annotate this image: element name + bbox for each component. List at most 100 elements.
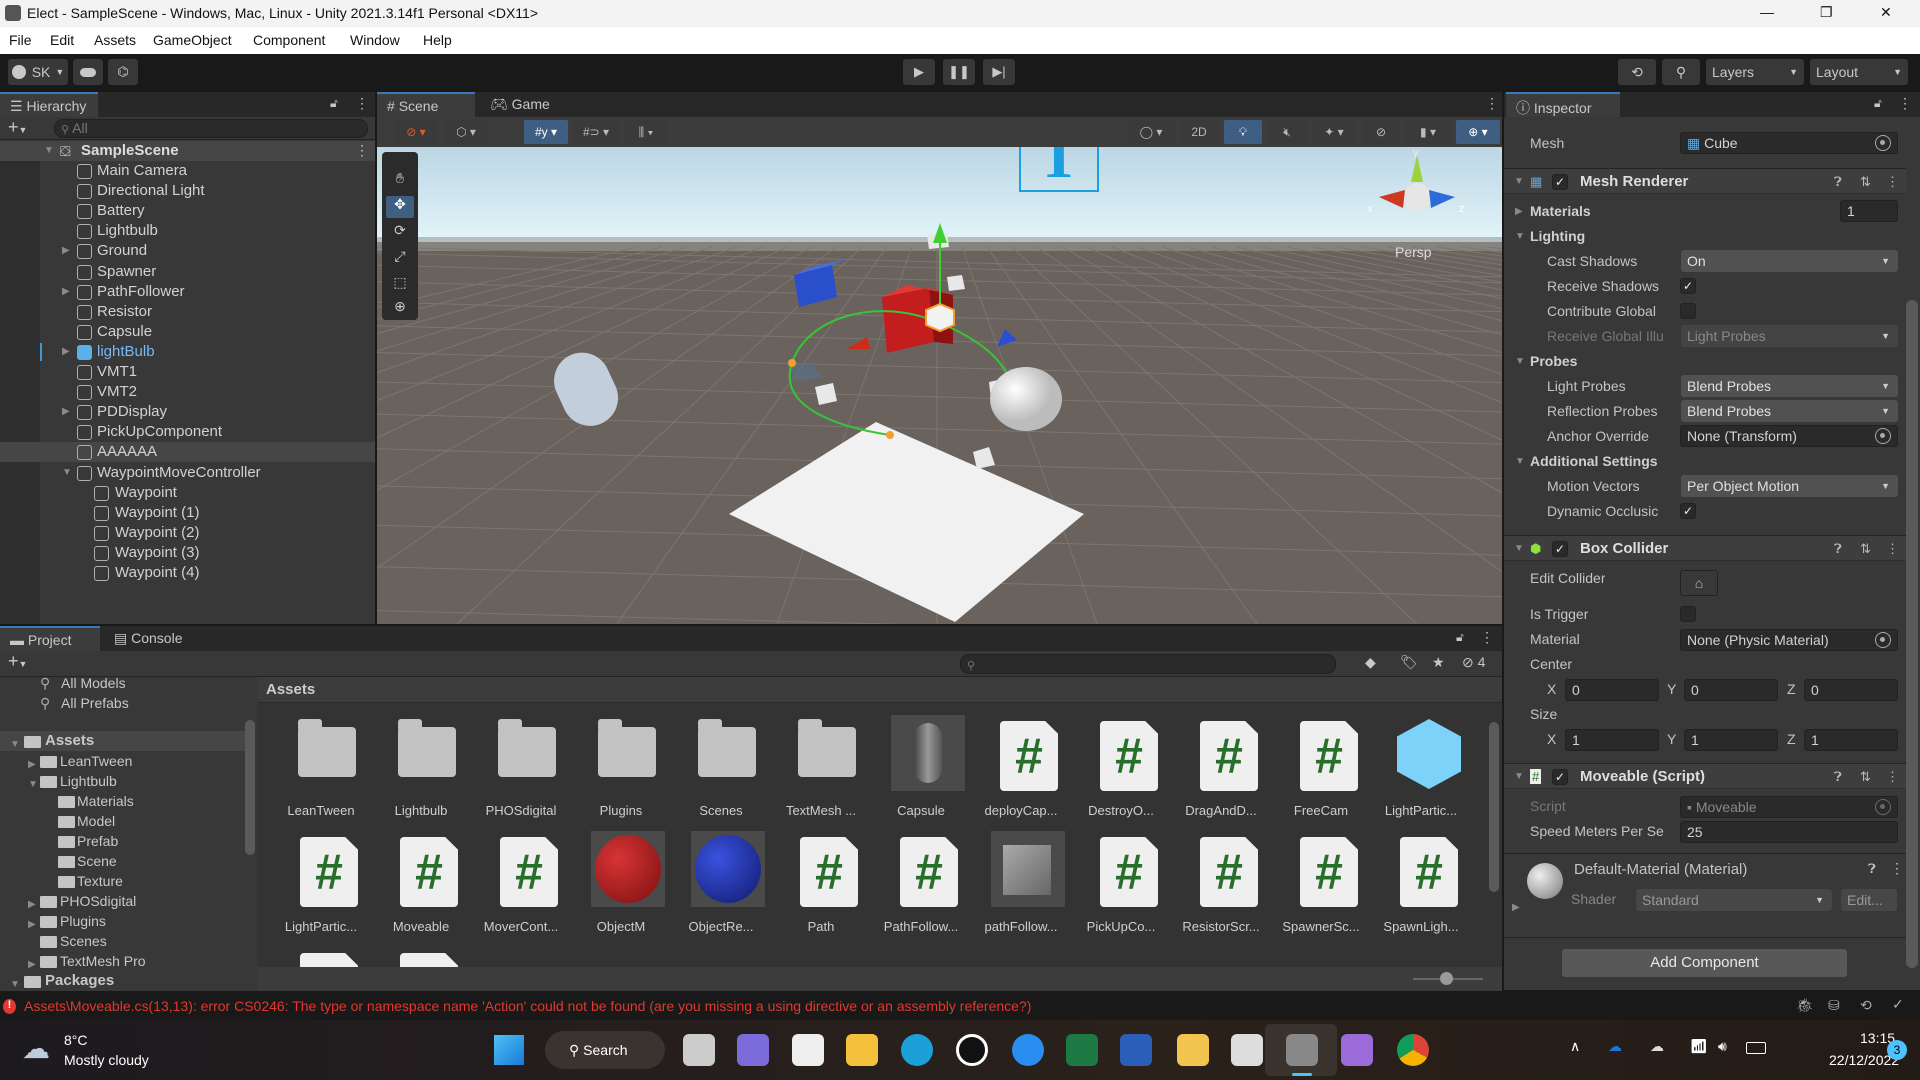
asset-item[interactable]: # deployCap...: [971, 715, 1071, 825]
collider-material-field[interactable]: None (Physic Material): [1680, 629, 1898, 651]
component-menu-icon[interactable]: ⋮: [1886, 174, 1899, 190]
menu-edit[interactable]: Edit: [50, 32, 74, 48]
toggle-2d-button[interactable]: 2D: [1180, 120, 1218, 144]
hierarchy-item[interactable]: Waypoint (4): [0, 563, 375, 583]
hierarchy-item[interactable]: Waypoint: [0, 483, 375, 503]
expand-arrow-icon[interactable]: ▼: [10, 975, 20, 990]
anchor-override-field[interactable]: None (Transform): [1680, 425, 1898, 447]
asset-item[interactable]: # FreeCam: [1271, 715, 1371, 825]
asset-item[interactable]: PHOSdigital: [471, 715, 571, 825]
help-app-icon[interactable]: [1012, 1034, 1044, 1066]
presets-icon[interactable]: ⇅: [1860, 541, 1871, 557]
grid-scrollbar[interactable]: [1489, 722, 1499, 892]
asset-item[interactable]: # ResistorScr...: [1171, 831, 1271, 941]
asset-item[interactable]: ObjectRe...: [671, 831, 771, 941]
hand-tool-icon[interactable]: ✋︎: [386, 170, 414, 192]
edge-icon[interactable]: [901, 1034, 933, 1066]
project-search-input[interactable]: ⚲: [960, 654, 1336, 674]
asset-item[interactable]: # DragAndD...: [1171, 715, 1271, 825]
component-menu-icon[interactable]: ⋮: [1886, 541, 1899, 557]
menu-file[interactable]: File: [9, 32, 32, 48]
chrome-icon[interactable]: [1397, 1034, 1429, 1066]
hierarchy-item[interactable]: VMT1: [0, 362, 375, 382]
search-button[interactable]: ⚲: [1662, 59, 1700, 85]
asset-item[interactable]: pathFollow...: [971, 831, 1071, 941]
unity-hub-icon[interactable]: [956, 1034, 988, 1066]
more-menu-icon[interactable]: ⋮: [1480, 629, 1494, 646]
transform-tool-icon[interactable]: ⊕: [386, 298, 414, 320]
search-by-label-icon[interactable]: 🏷︎: [1400, 654, 1418, 671]
audio-mute-icon[interactable]: 🔇︎: [1268, 120, 1306, 144]
scale-tool-icon[interactable]: ⤢: [386, 248, 414, 270]
teams-chat-icon[interactable]: [737, 1034, 769, 1066]
shading-button[interactable]: ◯ ▾: [1127, 120, 1175, 144]
effects-button[interactable]: ✦ ▾: [1312, 120, 1356, 144]
tab-hierarchy[interactable]: ☰ Hierarchy: [0, 92, 98, 117]
contribute-gi-checkbox[interactable]: [1680, 303, 1696, 319]
hierarchy-item[interactable]: VMT2: [0, 382, 375, 402]
create-asset-button[interactable]: +▼: [8, 651, 27, 672]
account-dropdown[interactable]: SK ▼: [8, 59, 68, 85]
word-icon[interactable]: [1120, 1034, 1152, 1066]
cloud-button[interactable]: [73, 59, 103, 85]
moveable-enabled-checkbox[interactable]: ✓: [1552, 769, 1568, 785]
start-button[interactable]: [494, 1035, 524, 1065]
receive-shadows-checkbox[interactable]: ✓: [1680, 278, 1696, 294]
move-tool-icon[interactable]: ✥: [386, 196, 414, 218]
component-menu-icon[interactable]: ⋮: [1886, 769, 1899, 785]
minimize-button[interactable]: —: [1760, 4, 1774, 20]
asset-item[interactable]: Lightbulb: [371, 715, 471, 825]
cache-icon[interactable]: ⛁: [1828, 997, 1840, 1014]
more-menu-icon[interactable]: ⋮: [1485, 95, 1499, 112]
hierarchy-item[interactable]: Directional Light: [0, 181, 375, 201]
scene-menu-icon[interactable]: ⋮: [355, 142, 369, 159]
additional-settings-foldout[interactable]: Additional Settings: [1530, 450, 1658, 472]
materials-foldout[interactable]: Materials: [1530, 200, 1591, 222]
maximize-button[interactable]: ❐: [1820, 4, 1833, 21]
excel-icon[interactable]: [1066, 1034, 1098, 1066]
create-button[interactable]: +▼: [8, 117, 27, 138]
motion-vectors-dropdown[interactable]: Per Object Motion: [1681, 475, 1898, 497]
hidden-objects-icon[interactable]: ⊘: [1362, 120, 1400, 144]
tree-scrollbar[interactable]: [245, 720, 255, 855]
asset-item[interactable]: Plugins: [571, 715, 671, 825]
moveable-script-header[interactable]: ▼ # ✓ Moveable (Script) ❓︎ ⇅ ⋮: [1504, 763, 1906, 789]
collapse-arrow-icon[interactable]: ▶: [62, 346, 70, 357]
reflection-probes-dropdown[interactable]: Blend Probes: [1681, 400, 1898, 422]
asset-item[interactable]: # Path: [771, 831, 871, 941]
weather-icon[interactable]: ☁︎: [22, 1032, 50, 1065]
asset-item[interactable]: TextMesh ...: [771, 715, 871, 825]
dynamic-occlusion-checkbox[interactable]: ✓: [1680, 503, 1696, 519]
weather-temp[interactable]: 8°C: [64, 1032, 88, 1048]
cast-shadows-dropdown[interactable]: On: [1681, 250, 1898, 272]
close-button[interactable]: ✕: [1880, 4, 1892, 21]
object-picker-icon[interactable]: [1875, 632, 1891, 648]
asset-item[interactable]: # SpawnLigh...: [1371, 831, 1471, 941]
debugger-icon[interactable]: 🐞︎: [1796, 997, 1814, 1014]
menu-help[interactable]: Help: [423, 32, 452, 48]
lock-icon[interactable]: 🔓︎: [1874, 96, 1882, 111]
help-icon[interactable]: ❓︎: [1834, 541, 1842, 557]
hierarchy-item[interactable]: ▶ PDDisplay: [0, 402, 375, 422]
asset-item[interactable]: # Moveable: [371, 831, 471, 941]
folder-tree-item[interactable]: Scenes: [0, 931, 245, 951]
lock-icon[interactable]: 🔓︎: [1456, 630, 1464, 645]
play-button[interactable]: ▶: [903, 59, 935, 85]
hierarchy-item[interactable]: PickUpComponent: [0, 422, 375, 442]
asset-item[interactable]: ObjectM: [571, 831, 671, 941]
folder-tree-item[interactable]: ▶ TextMesh Pro: [0, 951, 245, 971]
menu-assets[interactable]: Assets: [94, 32, 136, 48]
hierarchy-item[interactable]: Main Camera: [0, 161, 375, 181]
collapse-arrow-icon[interactable]: ▶: [62, 286, 70, 297]
scene-row[interactable]: ▼ ⛋ SampleScene ⋮: [0, 141, 375, 161]
light-probes-dropdown[interactable]: Blend Probes: [1681, 375, 1898, 397]
asset-item[interactable]: # SpawnerSc...: [1271, 831, 1371, 941]
lighting-foldout[interactable]: Lighting: [1530, 225, 1585, 247]
material-menu-icon[interactable]: ⋮: [1890, 860, 1904, 877]
help-icon[interactable]: ❓︎: [1834, 174, 1842, 190]
weather-desc[interactable]: Mostly cloudy: [64, 1052, 149, 1068]
notification-badge[interactable]: 3: [1887, 1040, 1907, 1060]
unity-icon[interactable]: [1231, 1034, 1263, 1066]
search-by-type-icon[interactable]: ◆: [1365, 654, 1376, 671]
asset-item[interactable]: LeanTween: [271, 715, 371, 825]
